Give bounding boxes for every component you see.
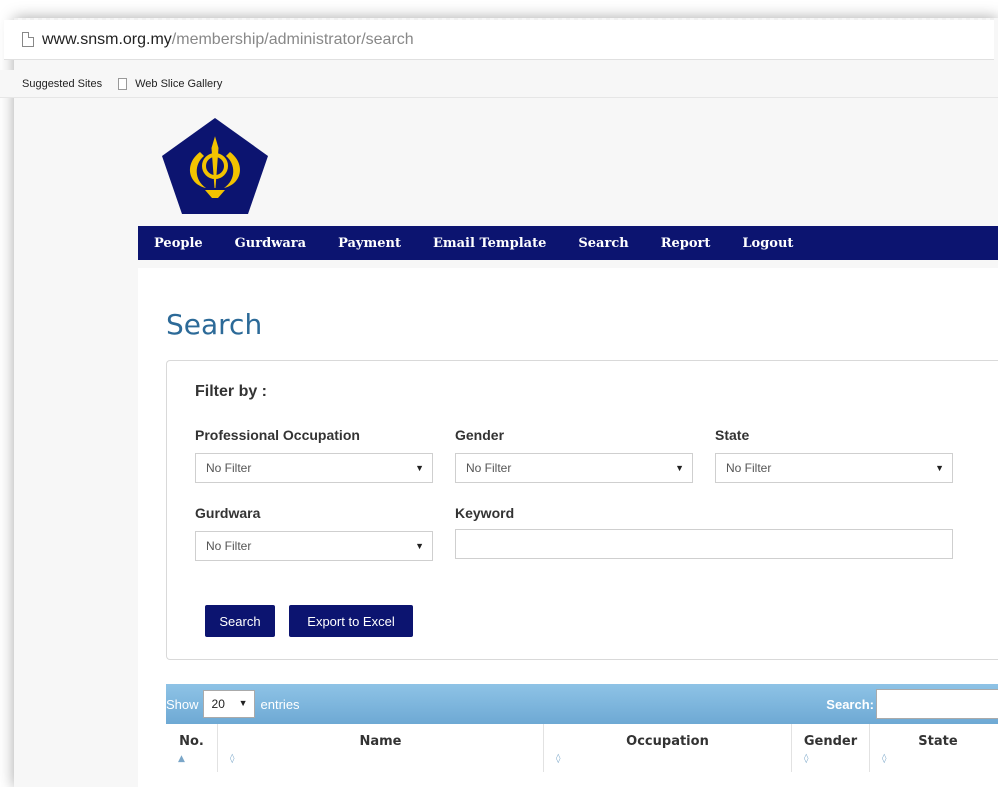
main-nav: People Gurdwara Payment Email Template S… xyxy=(138,226,998,260)
column-label: Gender xyxy=(803,734,858,749)
table-search-input[interactable] xyxy=(876,689,998,719)
entries-length-value: 20 xyxy=(211,697,225,711)
dropdown-arrow-icon: ▼ xyxy=(935,463,944,473)
table-header: No. ▲ Name ◊ Occupation ◊ Gender ◊ State… xyxy=(166,724,998,787)
column-label: No. xyxy=(179,734,204,749)
column-label: Occupation xyxy=(626,734,709,749)
url-path: /membership/administrator/search xyxy=(171,30,414,48)
occupation-select[interactable]: No Filter ▼ xyxy=(195,453,433,483)
entries-label: entries xyxy=(260,696,300,712)
column-header-state[interactable]: State ◊ xyxy=(870,724,998,772)
column-header-name[interactable]: Name ◊ xyxy=(218,724,544,772)
favorite-label: Web Slice Gallery xyxy=(135,77,223,90)
keyword-input[interactable] xyxy=(455,529,953,559)
column-header-no[interactable]: No. ▲ xyxy=(166,724,218,772)
column-label: Name xyxy=(359,734,402,749)
entries-length-select[interactable]: 20 ▼ xyxy=(202,690,255,718)
column-label: State xyxy=(918,734,958,749)
sort-icon: ◊ xyxy=(804,754,809,764)
nav-email-template[interactable]: Email Template xyxy=(433,236,546,251)
state-select[interactable]: No Filter ▼ xyxy=(715,453,953,483)
gurdwara-select-value: No Filter xyxy=(206,539,252,553)
nav-people[interactable]: People xyxy=(154,236,203,251)
dropdown-arrow-icon: ▼ xyxy=(415,541,424,551)
url-host: www.snsm.org.my xyxy=(42,30,172,48)
column-header-gender[interactable]: Gender ◊ xyxy=(792,724,870,772)
favorite-suggested-sites[interactable]: Suggested Sites xyxy=(0,78,102,90)
state-select-value: No Filter xyxy=(726,461,772,475)
gurdwara-label: Gurdwara xyxy=(195,505,261,521)
filter-panel: Filter by : Professional Occupation No F… xyxy=(166,360,998,660)
dropdown-arrow-icon: ▼ xyxy=(675,463,684,473)
gurdwara-select[interactable]: No Filter ▼ xyxy=(195,531,433,561)
dropdown-arrow-icon: ▼ xyxy=(238,698,248,708)
sort-asc-icon: ▲ xyxy=(178,754,185,764)
keyword-label: Keyword xyxy=(455,505,515,521)
page-icon xyxy=(118,77,128,90)
occupation-label: Professional Occupation xyxy=(195,427,360,443)
favorites-bar: Suggested Sites Web Slice Gallery xyxy=(0,70,998,98)
favorite-label: Suggested Sites xyxy=(22,77,103,90)
sort-icon: ◊ xyxy=(230,754,235,764)
search-button[interactable]: Search xyxy=(205,605,275,637)
nav-report[interactable]: Report xyxy=(661,236,711,251)
table-toolbar: Show 20 ▼ entries Search: xyxy=(166,684,998,724)
sort-icon: ◊ xyxy=(882,754,887,764)
occupation-select-value: No Filter xyxy=(206,461,252,475)
dropdown-arrow-icon: ▼ xyxy=(415,463,424,473)
site: People Gurdwara Payment Email Template S… xyxy=(138,98,998,787)
column-header-occupation[interactable]: Occupation ◊ xyxy=(544,724,792,772)
page-icon xyxy=(22,32,34,47)
gender-select[interactable]: No Filter ▼ xyxy=(455,453,693,483)
main-content: Search Filter by : Professional Occupati… xyxy=(138,268,998,787)
export-excel-button[interactable]: Export to Excel xyxy=(289,605,413,637)
gender-label: Gender xyxy=(455,427,505,443)
address-bar[interactable]: www.snsm.org.my/membership/administrator… xyxy=(4,20,994,60)
table-search-label: Search: xyxy=(826,697,874,712)
nav-payment[interactable]: Payment xyxy=(338,236,401,251)
nav-gurdwara[interactable]: Gurdwara xyxy=(235,236,306,251)
filter-title: Filter by : xyxy=(195,383,268,400)
khanda-logo xyxy=(162,118,268,214)
state-label: State xyxy=(715,427,750,443)
sort-icon: ◊ xyxy=(556,754,561,764)
show-label: Show xyxy=(166,696,199,712)
nav-search[interactable]: Search xyxy=(578,236,628,251)
gender-select-value: No Filter xyxy=(466,461,512,475)
favorite-web-slice-gallery[interactable]: Web Slice Gallery xyxy=(118,77,223,90)
nav-logout[interactable]: Logout xyxy=(742,236,793,251)
page-title: Search xyxy=(166,308,263,341)
